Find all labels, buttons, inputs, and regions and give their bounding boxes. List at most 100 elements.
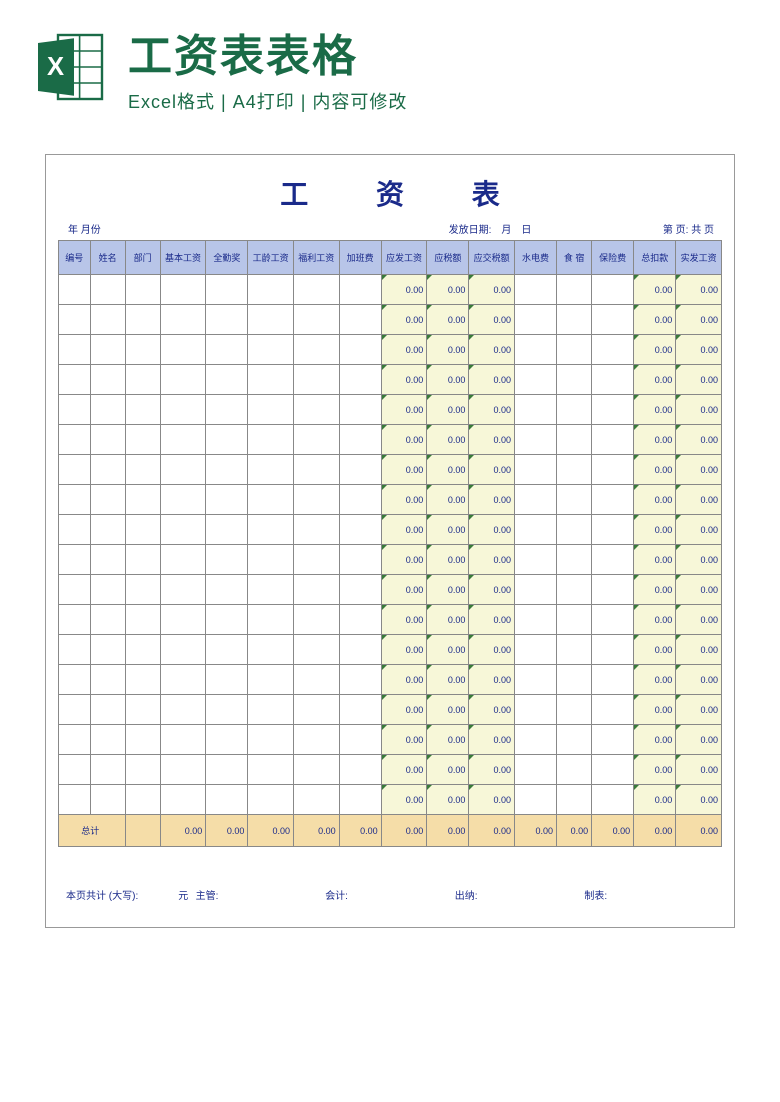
cell[interactable]	[293, 695, 339, 725]
cell[interactable]	[293, 635, 339, 665]
cell[interactable]	[339, 755, 381, 785]
cell[interactable]: 0.00	[469, 665, 515, 695]
cell[interactable]	[293, 785, 339, 815]
cell[interactable]	[293, 275, 339, 305]
cell[interactable]	[59, 635, 91, 665]
cell[interactable]	[339, 665, 381, 695]
cell[interactable]	[248, 305, 294, 335]
cell[interactable]	[293, 425, 339, 455]
cell[interactable]	[59, 695, 91, 725]
cell[interactable]: 0.00	[427, 305, 469, 335]
cell[interactable]	[293, 305, 339, 335]
cell[interactable]	[592, 275, 634, 305]
cell[interactable]: 0.00	[634, 695, 676, 725]
cell[interactable]	[592, 785, 634, 815]
cell[interactable]: 0.00	[381, 665, 427, 695]
cell[interactable]	[160, 275, 206, 305]
cell[interactable]	[59, 395, 91, 425]
cell[interactable]: 0.00	[427, 515, 469, 545]
cell[interactable]	[293, 605, 339, 635]
cell[interactable]	[293, 485, 339, 515]
cell[interactable]	[125, 365, 160, 395]
cell[interactable]: 0.00	[676, 665, 722, 695]
cell[interactable]	[206, 275, 248, 305]
cell[interactable]	[293, 365, 339, 395]
cell[interactable]	[160, 545, 206, 575]
cell[interactable]	[90, 515, 125, 545]
cell[interactable]: 0.00	[469, 725, 515, 755]
cell[interactable]	[293, 455, 339, 485]
cell[interactable]	[160, 635, 206, 665]
cell[interactable]	[59, 425, 91, 455]
cell[interactable]	[514, 305, 556, 335]
cell[interactable]	[592, 575, 634, 605]
cell[interactable]	[125, 335, 160, 365]
cell[interactable]: 0.00	[676, 395, 722, 425]
cell[interactable]	[514, 515, 556, 545]
cell[interactable]	[160, 575, 206, 605]
cell[interactable]	[125, 485, 160, 515]
cell[interactable]	[514, 755, 556, 785]
cell[interactable]: 0.00	[676, 635, 722, 665]
cell[interactable]: 0.00	[381, 425, 427, 455]
cell[interactable]: 0.00	[676, 485, 722, 515]
cell[interactable]	[90, 575, 125, 605]
cell[interactable]	[90, 755, 125, 785]
cell[interactable]: 0.00	[676, 425, 722, 455]
cell[interactable]	[206, 545, 248, 575]
cell[interactable]	[59, 605, 91, 635]
cell[interactable]	[514, 605, 556, 635]
cell[interactable]	[90, 605, 125, 635]
cell[interactable]: 0.00	[427, 425, 469, 455]
cell[interactable]: 0.00	[469, 695, 515, 725]
cell[interactable]: 0.00	[381, 605, 427, 635]
cell[interactable]: 0.00	[469, 275, 515, 305]
cell[interactable]	[248, 275, 294, 305]
cell[interactable]	[514, 575, 556, 605]
cell[interactable]	[125, 635, 160, 665]
cell[interactable]	[339, 455, 381, 485]
cell[interactable]	[160, 725, 206, 755]
cell[interactable]: 0.00	[634, 275, 676, 305]
cell[interactable]	[160, 515, 206, 545]
cell[interactable]	[206, 575, 248, 605]
cell[interactable]: 0.00	[676, 335, 722, 365]
cell[interactable]	[160, 485, 206, 515]
cell[interactable]: 0.00	[381, 305, 427, 335]
cell[interactable]	[339, 695, 381, 725]
cell[interactable]	[293, 575, 339, 605]
cell[interactable]	[339, 305, 381, 335]
cell[interactable]: 0.00	[427, 455, 469, 485]
cell[interactable]	[206, 425, 248, 455]
cell[interactable]	[514, 395, 556, 425]
cell[interactable]	[206, 365, 248, 395]
cell[interactable]	[125, 455, 160, 485]
cell[interactable]	[248, 455, 294, 485]
cell[interactable]: 0.00	[469, 785, 515, 815]
cell[interactable]	[592, 725, 634, 755]
cell[interactable]	[160, 395, 206, 425]
cell[interactable]	[248, 425, 294, 455]
cell[interactable]	[293, 395, 339, 425]
cell[interactable]	[160, 695, 206, 725]
cell[interactable]	[557, 725, 592, 755]
cell[interactable]	[557, 545, 592, 575]
cell[interactable]: 0.00	[469, 335, 515, 365]
cell[interactable]	[206, 485, 248, 515]
cell[interactable]	[90, 365, 125, 395]
cell[interactable]: 0.00	[676, 515, 722, 545]
cell[interactable]	[160, 665, 206, 695]
cell[interactable]	[248, 395, 294, 425]
cell[interactable]: 0.00	[427, 485, 469, 515]
cell[interactable]	[514, 485, 556, 515]
cell[interactable]	[90, 695, 125, 725]
cell[interactable]	[125, 755, 160, 785]
cell[interactable]	[125, 545, 160, 575]
cell[interactable]	[160, 335, 206, 365]
cell[interactable]: 0.00	[634, 305, 676, 335]
cell[interactable]	[59, 485, 91, 515]
cell[interactable]	[557, 275, 592, 305]
cell[interactable]: 0.00	[469, 545, 515, 575]
cell[interactable]: 0.00	[676, 725, 722, 755]
cell[interactable]	[592, 305, 634, 335]
